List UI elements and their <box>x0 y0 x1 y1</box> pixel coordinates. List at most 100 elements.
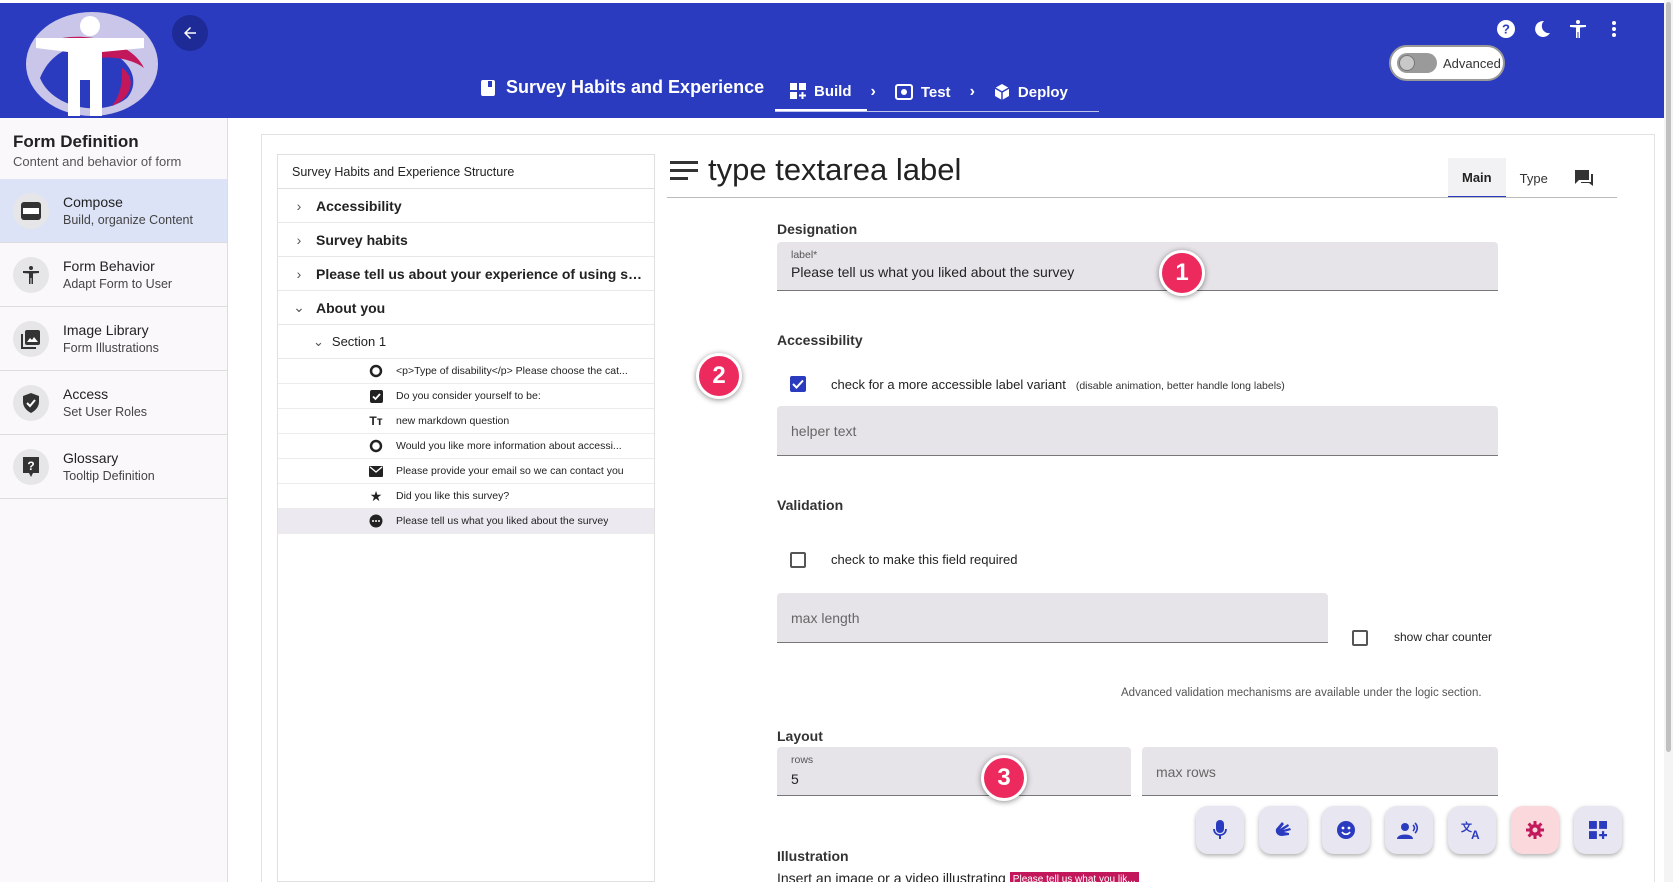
svg-text:A: A <box>1471 828 1480 840</box>
editor-title: type textarea label <box>670 152 961 188</box>
sign-language-icon[interactable] <box>1259 806 1307 854</box>
chevron-right-icon: › <box>870 83 876 100</box>
comment-icon[interactable] <box>1562 158 1606 198</box>
voice-person-icon[interactable] <box>1385 806 1433 854</box>
max-length-field[interactable]: max length <box>777 593 1328 643</box>
designation-heading: Designation <box>777 221 858 237</box>
help-icon[interactable]: ? <box>1496 19 1516 39</box>
editor-tabs: Main Type <box>1448 158 1606 198</box>
svg-text:?: ? <box>1502 22 1510 37</box>
sidebar-item-form-behavior[interactable]: Form Behavior Adapt Form to User <box>0 243 227 307</box>
label-field-value: Please tell us what you liked about the … <box>791 264 1075 280</box>
tree-title: Survey Habits and Experience Structure <box>278 155 654 189</box>
label-field[interactable]: label* Please tell us what you liked abo… <box>777 242 1498 291</box>
helper-text-field[interactable]: helper text <box>777 406 1498 456</box>
chevron-down-icon: ⌄ <box>313 333 324 349</box>
more-vert-icon[interactable] <box>1604 19 1624 39</box>
accessibility-icon <box>13 256 49 293</box>
tree-section-label: Section 1 <box>331 334 387 349</box>
sidebar-subtitle: Content and behavior of form <box>13 154 182 169</box>
sidebar-item-glossary[interactable]: ? Glossary Tooltip Definition <box>0 435 227 499</box>
tree-question-label: Did you like this survey? <box>396 490 510 502</box>
svg-text:?: ? <box>27 459 34 473</box>
app-header: Survey Habits and Experience Build › Tes… <box>0 3 1664 118</box>
accessibility-icon[interactable] <box>1568 19 1588 39</box>
tab-main[interactable]: Main <box>1448 158 1506 198</box>
structure-tree: Survey Habits and Experience Structure ›… <box>277 154 655 882</box>
char-counter-label: show char counter <box>1394 630 1493 644</box>
tree-page[interactable]: › Please tell us about your experience of… <box>278 257 654 291</box>
rows-field-value: 5 <box>791 771 799 787</box>
tree-question-label: new markdown question <box>396 415 510 427</box>
sidebar-item-access[interactable]: Access Set User Roles <box>0 371 227 435</box>
mic-icon[interactable] <box>1196 806 1244 854</box>
layout-heading: Layout <box>777 728 823 744</box>
tree-page[interactable]: › Accessibility <box>278 189 654 223</box>
illustration-text: Insert an image or a video illustrating P… <box>777 870 1139 882</box>
emoji-icon[interactable] <box>1322 806 1370 854</box>
sidebar: Form Definition Content and behavior of … <box>0 118 228 882</box>
step-build[interactable]: Build <box>775 73 867 111</box>
sidebar-item-compose[interactable]: Compose Build, organize Content <box>0 179 227 243</box>
page-scrollbar-thumb[interactable] <box>1666 2 1671 752</box>
tree-page[interactable]: › Survey habits <box>278 223 654 257</box>
form-title: Survey Habits and Experience <box>480 77 764 98</box>
annotation-badge-1: 1 <box>1159 250 1205 296</box>
header-icons: ? <box>1496 19 1624 39</box>
tree-page-expanded[interactable]: ⌄ About you <box>278 291 654 325</box>
required-checkbox[interactable] <box>790 552 806 568</box>
add-widget-icon[interactable] <box>1574 806 1622 854</box>
tree-page-label: About you <box>316 299 386 316</box>
chevron-right-icon: › <box>296 231 302 248</box>
validation-note: Advanced validation mechanisms are avail… <box>1121 687 1482 699</box>
tree-section[interactable]: ⌄ Section 1 <box>278 325 654 359</box>
book-icon <box>481 79 495 96</box>
helper-text-placeholder: helper text <box>791 423 857 439</box>
translate-icon[interactable]: 文A <box>1448 806 1496 854</box>
tree-page-label: Accessibility <box>316 197 402 214</box>
sidebar-title: Form Definition <box>13 132 139 151</box>
back-button[interactable] <box>172 15 208 51</box>
char-counter-checkbox[interactable] <box>1352 630 1368 646</box>
build-grid-icon <box>790 83 806 99</box>
tree-question[interactable]: Please provide your email so we can cont… <box>278 459 654 484</box>
email-icon <box>368 463 384 479</box>
radio-icon <box>368 363 384 379</box>
chevron-right-icon: › <box>969 83 975 100</box>
advanced-toggle[interactable]: Advanced <box>1389 45 1505 81</box>
editor-divider <box>667 197 1617 198</box>
steps-underline <box>775 111 1099 112</box>
annotation-badge-3: 3 <box>981 755 1027 801</box>
step-test[interactable]: Test <box>880 73 966 111</box>
step-build-label: Build <box>814 82 852 100</box>
notes-icon <box>670 161 698 180</box>
required-checkbox-label: check to make this field required <box>831 552 1018 567</box>
tree-question-selected[interactable]: Please tell us what you liked about the … <box>278 509 654 534</box>
settings-icon[interactable] <box>1511 806 1559 854</box>
tree-question[interactable]: Do you consider yourself to be: <box>278 384 654 409</box>
sidebar-item-desc: Form Illustrations <box>63 341 159 355</box>
accessible-label-checkbox[interactable] <box>790 376 806 392</box>
rows-field[interactable]: rows 5 <box>777 747 1131 796</box>
sidebar-item-image-library[interactable]: Image Library Form Illustrations <box>0 307 227 371</box>
illustration-chip: Please tell us what you lik... <box>1009 871 1139 882</box>
rows-field-caption: rows <box>791 754 814 766</box>
tree-question[interactable]: Would you like more information about ac… <box>278 434 654 459</box>
dark-mode-icon[interactable] <box>1532 19 1552 39</box>
sidebar-item-desc: Build, organize Content <box>63 213 193 227</box>
help-icon: ? <box>13 448 49 485</box>
eye-icon <box>894 84 913 100</box>
validation-heading: Validation <box>777 497 844 513</box>
tree-question[interactable]: Tт new markdown question <box>278 409 654 434</box>
accessibility-heading: Accessibility <box>777 332 863 348</box>
max-rows-field[interactable]: max rows <box>1142 747 1498 796</box>
tree-question[interactable]: <p>Type of disability</p> Please choose … <box>278 359 654 384</box>
tab-type[interactable]: Type <box>1506 158 1562 198</box>
tree-question[interactable]: ★ Did you like this survey? <box>278 484 654 509</box>
tree-question-label: Please tell us what you liked about the … <box>396 515 609 527</box>
cube-icon <box>994 84 1010 100</box>
step-deploy[interactable]: Deploy <box>979 73 1083 111</box>
sidebar-item-label: Compose <box>63 194 123 210</box>
tree-page-label: Survey habits <box>316 231 408 248</box>
chevron-down-icon: ⌄ <box>293 299 305 315</box>
